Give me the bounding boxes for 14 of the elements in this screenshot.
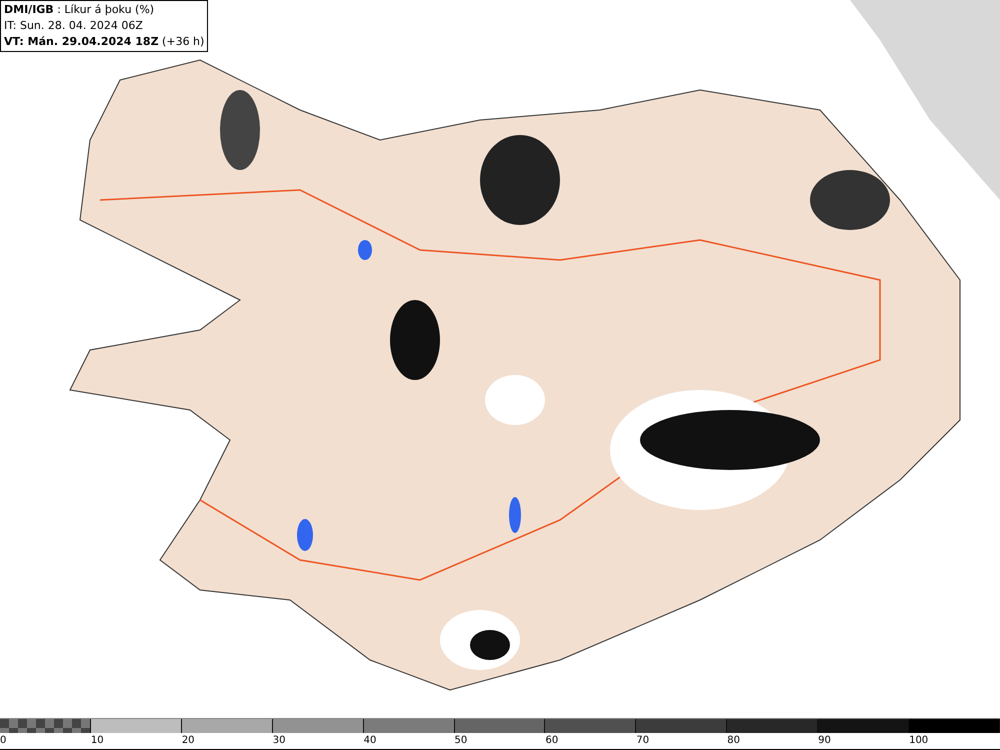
legend-label: 50 — [454, 734, 468, 748]
header-text: IT: Sun. 28. 04. 2024 06Z — [4, 18, 144, 34]
legend-label: 0 — [0, 734, 8, 748]
legend-label: 80 — [727, 734, 741, 748]
legend-label: 40 — [364, 734, 378, 748]
legend-label: 20 — [182, 734, 196, 748]
header-text: DMI/IGB : Líkur á þoku (%) — [4, 2, 156, 18]
legend-label: 30 — [272, 734, 286, 748]
legend-label: 10 — [90, 734, 105, 748]
legend-label: 60 — [545, 734, 560, 748]
header-text: VT: Mán. 29.04.2024 18Z (+36 h) — [4, 34, 204, 50]
legend-label: 100 — [909, 734, 930, 748]
legend-label: 90 — [818, 734, 832, 748]
legend-label: 70 — [636, 734, 650, 748]
